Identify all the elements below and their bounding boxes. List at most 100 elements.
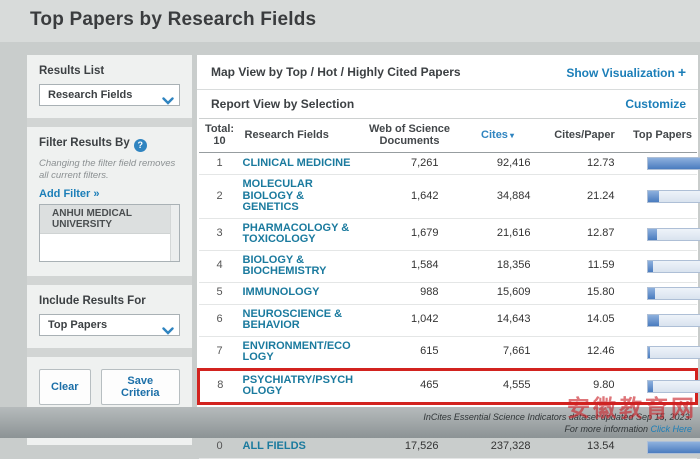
- table-row-all-fields: 0 ALL FIELDS 17,526 237,328 13.54 158: [199, 436, 697, 458]
- cites-per-paper-header[interactable]: Cites/Paper: [541, 119, 629, 153]
- chevron-down-icon: [162, 92, 174, 110]
- results-list-value: Research Fields: [48, 89, 132, 101]
- docs-value: 1,042: [365, 304, 455, 336]
- field-link[interactable]: ALL FIELDS: [243, 441, 355, 453]
- field-link[interactable]: ENVIRONMENT/ECOLOGY: [243, 341, 355, 364]
- customize-link[interactable]: Customize: [625, 97, 686, 111]
- docs-value: 988: [365, 282, 455, 304]
- sort-desc-icon: ▾: [510, 131, 514, 140]
- top-papers-bar: 8: [647, 287, 700, 300]
- research-fields-header: Research Fields: [241, 119, 365, 153]
- field-link[interactable]: PSYCHIATRY/PSYCHOLOGY: [243, 375, 355, 398]
- show-visualization-link[interactable]: Show Visualization+: [566, 64, 686, 80]
- cites-value: 92,416: [455, 153, 541, 175]
- include-results-value: Top Papers: [48, 319, 107, 331]
- map-view-bar: Map View by Top / Hot / Highly Cited Pap…: [197, 55, 698, 90]
- filter-listbox: ANHUI MEDICAL UNIVERSITY: [39, 204, 180, 262]
- cites-per-paper-value: 21.24: [541, 175, 629, 219]
- filter-heading: Filter Results By?: [39, 137, 180, 152]
- click-here-link[interactable]: Click Here: [650, 424, 692, 434]
- include-results-select[interactable]: Top Papers: [39, 314, 180, 336]
- main-panel: Map View by Top / Hot / Highly Cited Pap…: [197, 55, 698, 407]
- docs-value: 7,261: [365, 153, 455, 175]
- map-view-title: Map View by Top / Hot / Highly Cited Pap…: [211, 65, 461, 79]
- top-papers-bar: 10: [647, 228, 700, 241]
- page-title: Top Papers by Research Fields: [30, 9, 316, 31]
- wos-documents-header[interactable]: Web of Science Documents: [365, 119, 455, 153]
- cites-per-paper-value: 14.05: [541, 304, 629, 336]
- row-rank: 8: [199, 369, 241, 403]
- report-view-bar: Report View by Selection Customize: [197, 90, 698, 118]
- table-row: 2 MOLECULAR BIOLOGY & GENETICS 1,642 34,…: [199, 175, 697, 219]
- cites-value: 237,328: [455, 436, 541, 458]
- cites-per-paper-value: 15.80: [541, 282, 629, 304]
- table-row: 7 ENVIRONMENT/ECOLOGY 615 7,661 12.46 2: [199, 336, 697, 369]
- cites-header[interactable]: Cites▾: [455, 119, 541, 153]
- docs-value: 1,642: [365, 175, 455, 219]
- filter-note: Changing the filter field removes all cu…: [39, 158, 180, 181]
- cites-value: 14,643: [455, 304, 541, 336]
- row-rank: 4: [199, 250, 241, 282]
- cites-per-paper-value: 13.54: [541, 436, 629, 458]
- field-link[interactable]: BIOLOGY & BIOCHEMISTRY: [243, 255, 355, 278]
- docs-value: 465: [365, 369, 455, 403]
- cites-value: 18,356: [455, 250, 541, 282]
- top-papers-header[interactable]: Top Papers: [629, 119, 697, 153]
- include-results-label: Include Results For: [39, 295, 180, 307]
- top-papers-bar: 2: [647, 346, 700, 359]
- field-link[interactable]: NEUROSCIENCE & BEHAVIOR: [243, 309, 355, 332]
- title-bar: Top Papers by Research Fields: [0, 0, 700, 42]
- row-rank: 2: [199, 175, 241, 219]
- docs-value: 615: [365, 336, 455, 369]
- cites-per-paper-value: 12.73: [541, 153, 629, 175]
- top-papers-bar: 158: [647, 441, 700, 454]
- top-papers-bar: 6: [647, 380, 700, 393]
- cites-per-paper-value: 11.59: [541, 250, 629, 282]
- cites-per-paper-value: 9.80: [541, 369, 629, 403]
- cites-per-paper-value: 12.46: [541, 336, 629, 369]
- filter-option-selected[interactable]: ANHUI MEDICAL UNIVERSITY: [40, 205, 170, 234]
- row-rank: 7: [199, 336, 241, 369]
- field-link[interactable]: CLINICAL MEDICINE: [243, 158, 355, 170]
- cites-value: 7,661: [455, 336, 541, 369]
- docs-value: 17,526: [365, 436, 455, 458]
- help-icon[interactable]: ?: [134, 139, 147, 152]
- row-rank: 1: [199, 153, 241, 175]
- top-papers-bar: 12: [647, 314, 700, 327]
- chevron-down-icon: [162, 322, 174, 340]
- dataset-updated-text: InCites Essential Science Indicators dat…: [0, 411, 692, 423]
- report-view-title: Report View by Selection: [211, 97, 354, 111]
- results-list-section: Results List Research Fields: [27, 55, 192, 118]
- clear-button[interactable]: Clear: [39, 369, 91, 405]
- footer-band: InCites Essential Science Indicators dat…: [0, 407, 700, 438]
- table-header-row: Total: 10 Research Fields Web of Science…: [199, 119, 697, 153]
- field-link[interactable]: IMMUNOLOGY: [243, 287, 355, 299]
- docs-value: 1,584: [365, 250, 455, 282]
- filter-section: Filter Results By? Changing the filter f…: [27, 127, 192, 276]
- table-row-highlighted: 8 PSYCHIATRY/PSYCHOLOGY 465 4,555 9.80 6: [199, 369, 697, 403]
- table-row: 3 PHARMACOLOGY & TOXICOLOGY 1,679 21,616…: [199, 218, 697, 250]
- table-row: 4 BIOLOGY & BIOCHEMISTRY 1,584 18,356 11…: [199, 250, 697, 282]
- plus-icon: +: [678, 64, 686, 80]
- add-filter-link[interactable]: Add Filter »: [39, 188, 180, 200]
- row-rank: 5: [199, 282, 241, 304]
- cites-value: 15,609: [455, 282, 541, 304]
- results-list-select[interactable]: Research Fields: [39, 84, 180, 106]
- table-row: 5 IMMUNOLOGY 988 15,609 15.80 8: [199, 282, 697, 304]
- top-papers-bar: 78: [647, 157, 700, 170]
- row-rank: 3: [199, 218, 241, 250]
- docs-value: 1,679: [365, 218, 455, 250]
- sidebar: Results List Research Fields Filter Resu…: [27, 55, 192, 402]
- field-link[interactable]: PHARMACOLOGY & TOXICOLOGY: [243, 223, 355, 246]
- listbox-scrollbar[interactable]: [170, 205, 179, 261]
- results-list-label: Results List: [39, 65, 180, 77]
- include-results-section: Include Results For Top Papers: [27, 285, 192, 348]
- esi-page: Top Papers by Research Fields Results Li…: [0, 0, 700, 438]
- more-info-text: For more information Click Here: [0, 423, 692, 435]
- row-rank: 6: [199, 304, 241, 336]
- save-criteria-button[interactable]: Save Criteria: [101, 369, 180, 405]
- field-link[interactable]: MOLECULAR BIOLOGY & GENETICS: [243, 179, 355, 214]
- table-row: 6 NEUROSCIENCE & BEHAVIOR 1,042 14,643 1…: [199, 304, 697, 336]
- total-header: Total: 10: [199, 119, 241, 153]
- cites-value: 34,884: [455, 175, 541, 219]
